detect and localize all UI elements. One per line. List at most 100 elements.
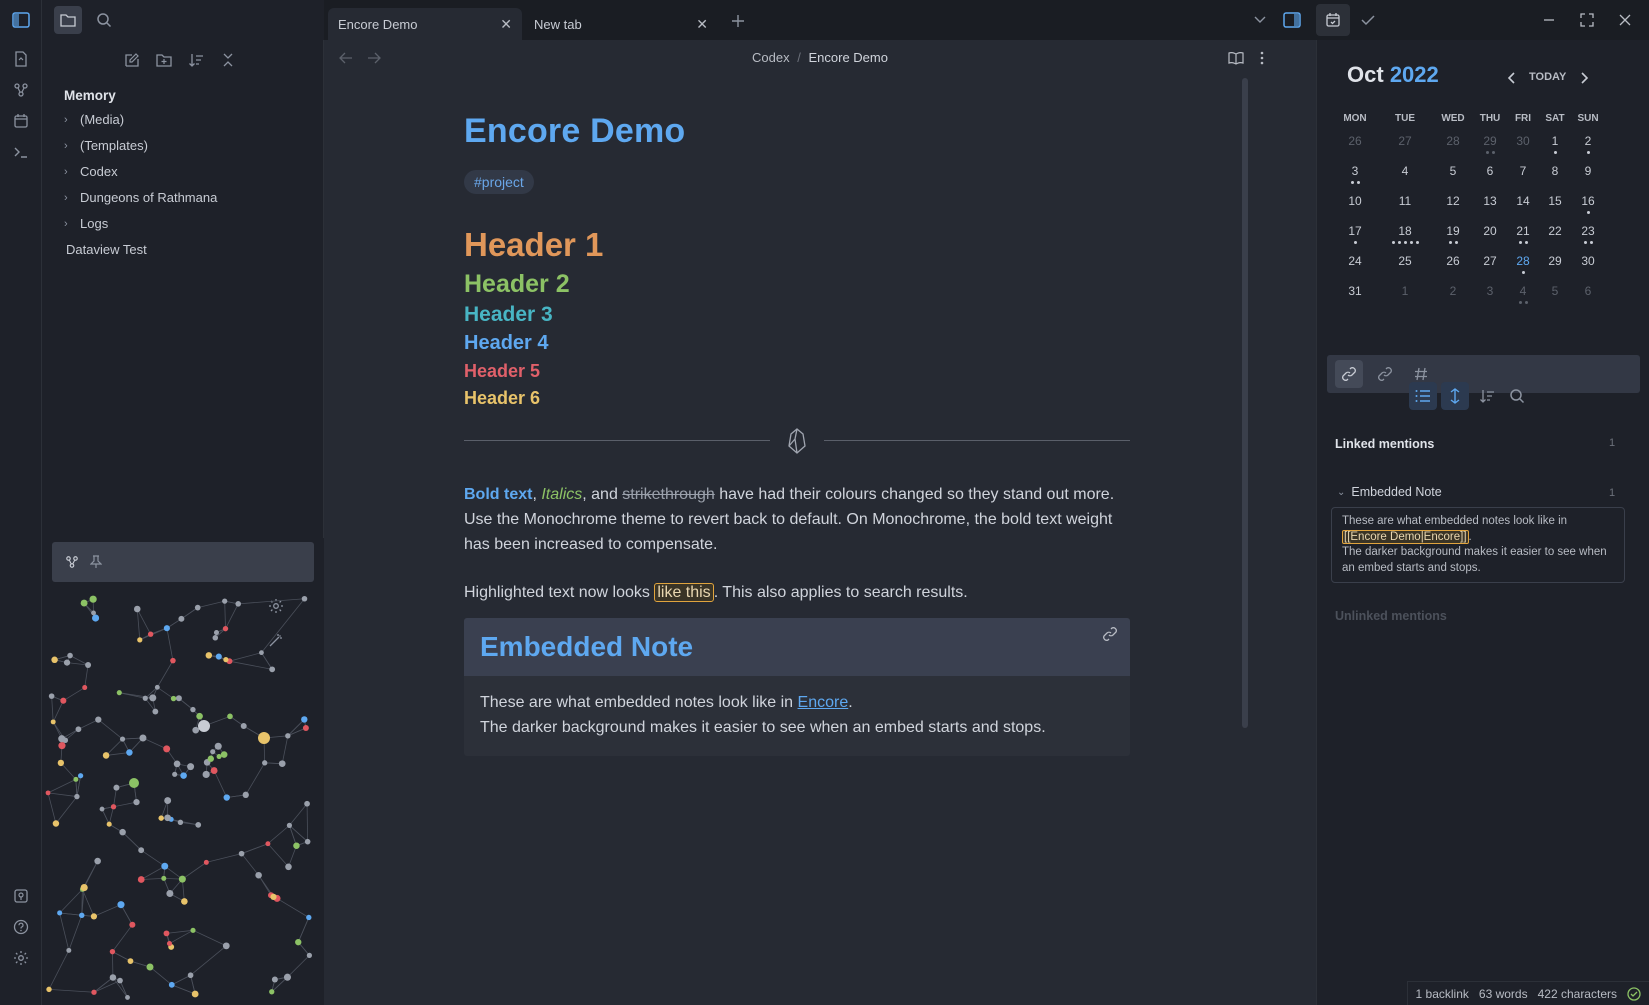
calendar-day[interactable]: 3: [1337, 164, 1373, 178]
graph-node[interactable]: [152, 708, 159, 715]
graph-node[interactable]: [154, 684, 160, 690]
graph-node[interactable]: [227, 713, 233, 720]
calendar-day[interactable]: 19: [1435, 224, 1471, 238]
graph-node[interactable]: [126, 749, 133, 756]
graph-node[interactable]: [207, 755, 214, 762]
graph-node[interactable]: [92, 614, 100, 622]
calendar-day[interactable]: 31: [1337, 284, 1373, 298]
graph-node[interactable]: [205, 652, 213, 659]
graph-node[interactable]: [270, 893, 277, 900]
graph-node[interactable]: [285, 863, 292, 871]
graph-node[interactable]: [82, 685, 88, 691]
calendar-day[interactable]: 5: [1435, 164, 1471, 178]
graph-node[interactable]: [177, 819, 184, 826]
graph-node[interactable]: [178, 875, 186, 883]
unlinked-mentions-heading[interactable]: Unlinked mentions: [1335, 609, 1447, 623]
graph-view-icon[interactable]: [9, 78, 33, 102]
calendar-day[interactable]: 14: [1505, 194, 1541, 208]
graph-node[interactable]: [215, 653, 222, 660]
graph-node[interactable]: [74, 793, 80, 800]
prev-month-icon[interactable]: [1497, 64, 1525, 92]
graph-node[interactable]: [161, 875, 167, 881]
graph-node[interactable]: [265, 841, 271, 847]
new-tab-icon[interactable]: [724, 7, 752, 35]
graph-node[interactable]: [142, 695, 148, 701]
calendar-day[interactable]: 27: [1387, 134, 1423, 148]
graph-node[interactable]: [262, 760, 268, 766]
graph-node[interactable]: [45, 790, 51, 796]
graph-node[interactable]: [146, 963, 154, 971]
terminal-icon[interactable]: [9, 140, 33, 164]
collapse-all-icon[interactable]: [214, 46, 242, 74]
breadcrumb-current[interactable]: Encore Demo: [808, 50, 887, 65]
graph-node[interactable]: [166, 890, 174, 898]
new-note-icon[interactable]: [118, 46, 146, 74]
embed-link-icon[interactable]: [1102, 626, 1118, 642]
right-sidebar-toggle-icon[interactable]: [1278, 6, 1306, 34]
graph-node[interactable]: [117, 977, 123, 984]
calendar-day[interactable]: 2: [1570, 134, 1606, 148]
graph-node[interactable]: [90, 913, 98, 920]
graph-node[interactable]: [269, 666, 276, 673]
graph-node[interactable]: [214, 742, 222, 750]
graph-node[interactable]: [203, 859, 209, 865]
calendar-day[interactable]: 15: [1537, 194, 1573, 208]
graph-node[interactable]: [178, 615, 185, 622]
graph-node[interactable]: [223, 657, 229, 663]
settings-icon[interactable]: [9, 946, 33, 970]
calendar-day[interactable]: 27: [1472, 254, 1508, 268]
calendar-day[interactable]: 4: [1387, 164, 1423, 178]
status-backlinks[interactable]: 1 backlink: [1416, 987, 1469, 1001]
calendar-day[interactable]: 23: [1570, 224, 1606, 238]
graph-node[interactable]: [190, 927, 196, 933]
graph-node[interactable]: [117, 901, 125, 909]
calendar-day[interactable]: 29: [1537, 254, 1573, 268]
sync-status-icon[interactable]: [1627, 986, 1641, 1001]
calendar-day[interactable]: 26: [1435, 254, 1471, 268]
graph-canvas[interactable]: [42, 538, 324, 1005]
calendar-day[interactable]: 17: [1337, 224, 1373, 238]
graph-node[interactable]: [79, 912, 85, 919]
new-folder-icon[interactable]: [150, 46, 178, 74]
graph-node[interactable]: [109, 948, 116, 955]
graph-node[interactable]: [110, 804, 117, 810]
graph-node[interactable]: [168, 981, 175, 988]
breadcrumb-parent[interactable]: Codex: [752, 50, 790, 65]
calendar-day[interactable]: 4: [1505, 284, 1541, 298]
graph-node[interactable]: [196, 712, 203, 720]
graph-node[interactable]: [240, 722, 247, 729]
graph-node[interactable]: [255, 871, 262, 879]
calendar-day[interactable]: 22: [1537, 224, 1573, 238]
graph-node[interactable]: [149, 694, 157, 702]
graph-node[interactable]: [139, 734, 147, 742]
graph-node[interactable]: [172, 771, 178, 777]
graph-node[interactable]: [258, 732, 270, 744]
tree-folder-codex[interactable]: › Codex: [64, 164, 118, 179]
close-tab-icon[interactable]: ✕: [500, 16, 512, 33]
graph-node[interactable]: [63, 659, 71, 666]
graph-node[interactable]: [113, 784, 120, 791]
graph-node[interactable]: [271, 976, 278, 983]
encore-link[interactable]: Encore: [798, 694, 849, 711]
graph-node[interactable]: [187, 763, 195, 771]
graph-node[interactable]: [58, 742, 66, 750]
graph-node[interactable]: [163, 930, 170, 937]
graph-node[interactable]: [95, 716, 102, 723]
list-view-icon[interactable]: [1409, 382, 1437, 410]
next-month-icon[interactable]: [1571, 64, 1599, 92]
graph-node[interactable]: [191, 990, 199, 998]
graph-node[interactable]: [158, 815, 164, 821]
more-options-icon[interactable]: [1248, 44, 1276, 72]
outgoing-links-icon[interactable]: [1371, 360, 1399, 388]
graph-node[interactable]: [166, 941, 172, 947]
sort-backlinks-icon[interactable]: [1473, 382, 1501, 410]
graph-node[interactable]: [133, 605, 141, 613]
graph-node[interactable]: [283, 973, 291, 981]
maximize-icon[interactable]: [1573, 6, 1601, 34]
close-window-icon[interactable]: [1611, 6, 1639, 34]
linked-mentions-heading[interactable]: Linked mentions: [1335, 437, 1434, 451]
folder-icon[interactable]: [54, 6, 82, 34]
graph-node[interactable]: [51, 656, 58, 664]
backlink-file-row[interactable]: ⌄ Embedded Note: [1337, 485, 1442, 499]
calendar-day[interactable]: 21: [1505, 224, 1541, 238]
